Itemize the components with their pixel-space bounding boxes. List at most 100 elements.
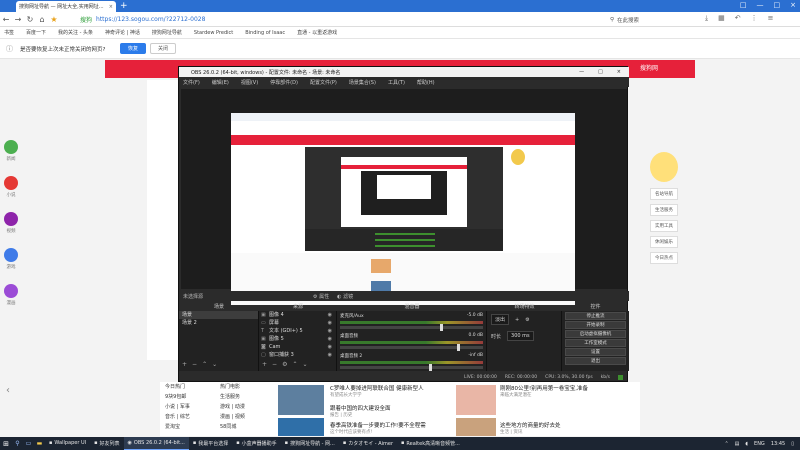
rail-item-novel[interactable]: 小说: [0, 176, 22, 212]
bottom-link[interactable]: 9块9包邮: [165, 392, 190, 402]
network-icon[interactable]: ▤: [735, 441, 740, 447]
eye-icon[interactable]: ◉: [328, 327, 332, 335]
menu-tools[interactable]: 工具(T): [388, 79, 405, 86]
bookmark-item[interactable]: 神奇评论 | 神话: [105, 29, 140, 36]
down-icon[interactable]: ⌄: [302, 361, 307, 368]
obs-titlebar[interactable]: OBS 26.0.2 (64-bit, windows) - 配置文件: 未命名…: [179, 67, 629, 77]
taskbar-app[interactable]: ▪ カタオモイ - Aimer: [339, 437, 397, 450]
settings-icon[interactable]: ⋮: [751, 14, 758, 23]
clock[interactable]: 13:45: [771, 441, 785, 447]
source-item[interactable]: ▢ 窗口捕获 3 ◉: [259, 351, 336, 359]
properties-button[interactable]: ⚙ 属性: [313, 293, 329, 300]
up-icon[interactable]: ⌃: [202, 361, 207, 368]
language-indicator[interactable]: ENG: [754, 441, 765, 447]
virtual-camera-button[interactable]: 启动虚拟摄像机: [565, 330, 626, 338]
bookmark-item[interactable]: 我的关注 - 头条: [58, 29, 93, 36]
new-tab-button[interactable]: +: [120, 1, 128, 11]
search-input[interactable]: ⚲ 在此搜索: [610, 14, 690, 25]
news-item[interactable]: 春季高铁准备一步要的工作!要不全程需 这个时代应该要有点!: [330, 421, 450, 435]
bookmark-item[interactable]: 直通 - 以重返游戏: [297, 29, 337, 36]
right-link[interactable]: 休闲娱乐: [650, 236, 678, 248]
rail-item-game[interactable]: 游戏: [0, 248, 22, 284]
remove-icon[interactable]: −: [272, 361, 277, 368]
download-icon[interactable]: ⤓: [705, 14, 708, 23]
dismiss-button[interactable]: 关闭: [150, 43, 176, 54]
duration-input[interactable]: 300 ms: [507, 331, 534, 341]
slider-knob[interactable]: [457, 344, 461, 351]
eye-icon[interactable]: ◉: [328, 319, 332, 327]
gear-icon[interactable]: ⚙: [525, 317, 529, 323]
news-item[interactable]: 刚刚80公里!别再用第一卷宝宝,准备 来临大满足潜在: [500, 384, 640, 398]
eye-icon[interactable]: ◉: [328, 343, 332, 351]
bottom-link[interactable]: 58同城: [220, 422, 245, 432]
volume-slider[interactable]: [340, 344, 483, 351]
undo-icon[interactable]: ↶: [735, 14, 741, 23]
menu-help[interactable]: 帮助(H): [417, 79, 435, 86]
filters-button[interactable]: ◐ 滤镜: [337, 293, 353, 300]
source-item[interactable]: ▣ 图像 5 ◉: [259, 335, 336, 343]
remove-icon[interactable]: −: [192, 361, 197, 368]
source-item[interactable]: T 文本 (GDI+) 5 ◉: [259, 327, 336, 335]
minimize-icon[interactable]: —: [579, 69, 584, 75]
news-item[interactable]: C罗唯人要掉进阿联联合国 健康新型人 有望成长大学学: [330, 384, 440, 398]
transition-select[interactable]: 淡出: [491, 314, 510, 325]
settings-button[interactable]: 设置: [565, 348, 626, 356]
restore-icon[interactable]: □: [740, 1, 747, 9]
add-icon[interactable]: +: [515, 317, 519, 323]
menu-icon[interactable]: ≡: [768, 14, 774, 23]
right-link[interactable]: 生活服务: [650, 204, 678, 216]
eye-icon[interactable]: ◉: [328, 351, 332, 359]
home-icon[interactable]: ⌂: [36, 15, 48, 24]
add-icon[interactable]: +: [262, 361, 267, 368]
forward-icon[interactable]: →: [12, 15, 24, 24]
close-icon[interactable]: ×: [617, 69, 621, 75]
mascot-image[interactable]: [650, 152, 678, 182]
bottom-link[interactable]: 今日热门: [165, 382, 190, 392]
slider-knob[interactable]: [428, 364, 432, 371]
search-icon[interactable]: ⚲: [12, 440, 23, 447]
minimize-icon[interactable]: —: [757, 1, 764, 9]
menu-view[interactable]: 视图(V): [241, 79, 258, 86]
close-icon[interactable]: ×: [790, 1, 796, 9]
volume-slider[interactable]: [340, 364, 483, 371]
bottom-link[interactable]: 热门电影: [220, 382, 245, 392]
bookmark-item[interactable]: Binding of Isaac: [245, 30, 285, 36]
eye-icon[interactable]: ◉: [328, 311, 332, 319]
back-icon[interactable]: ←: [0, 15, 12, 24]
bookmark-item[interactable]: Stardew Predict: [194, 30, 233, 36]
taskbar-app[interactable]: ▪ Realtek高清晰音频管...: [397, 437, 464, 450]
star-icon[interactable]: ★: [48, 15, 60, 24]
maximize-icon[interactable]: □: [774, 1, 781, 9]
up-icon[interactable]: ⌃: [292, 361, 297, 368]
bottom-link[interactable]: 游戏 | 动漫: [220, 402, 245, 412]
news-item[interactable]: 这些地方的商量的好去处 生活 | 资讯: [500, 421, 620, 435]
restore-button[interactable]: 恢复: [120, 43, 146, 54]
task-view-icon[interactable]: ▭: [23, 440, 34, 447]
tab-close-icon[interactable]: ×: [109, 4, 113, 10]
windows-start-icon[interactable]: ⊞: [0, 440, 12, 448]
source-item[interactable]: ▭ 屏幕 ◉: [259, 319, 336, 327]
maximize-icon[interactable]: □: [598, 69, 603, 75]
right-link[interactable]: 实用工具: [650, 220, 678, 232]
menu-file[interactable]: 文件(F): [183, 79, 200, 86]
rail-item-comic[interactable]: 漫画: [0, 284, 22, 320]
taskbar-app[interactable]: ▪ 好友列表: [90, 437, 123, 450]
source-item[interactable]: ◙ Cam ◉: [259, 343, 336, 351]
scene-item[interactable]: 场景: [179, 311, 258, 319]
menu-scene-collection[interactable]: 场景集合(S): [349, 79, 376, 86]
scene-item[interactable]: 场景 2: [179, 319, 258, 327]
taskbar-app[interactable]: ▪ 小盒声器播助手: [232, 437, 280, 450]
menu-profile[interactable]: 配置文件(P): [310, 79, 337, 86]
bookmark-item[interactable]: 百度一下: [26, 29, 46, 36]
notification-icon[interactable]: ▯: [791, 441, 794, 447]
reload-icon[interactable]: ↻: [24, 15, 36, 24]
exit-button[interactable]: 退出: [565, 357, 626, 365]
volume-icon[interactable]: ◖: [745, 441, 748, 447]
slider-knob[interactable]: [440, 324, 444, 331]
bottom-link[interactable]: 生活服务: [220, 392, 245, 402]
taskbar-app[interactable]: ▪ 我最平台选择: [189, 437, 232, 450]
studio-mode-button[interactable]: 工作室模式: [565, 339, 626, 347]
bottom-link[interactable]: 漫画 | 视频: [220, 412, 245, 422]
bottom-link[interactable]: 爱淘宝: [165, 422, 190, 432]
right-link[interactable]: 今日热点: [650, 252, 678, 264]
